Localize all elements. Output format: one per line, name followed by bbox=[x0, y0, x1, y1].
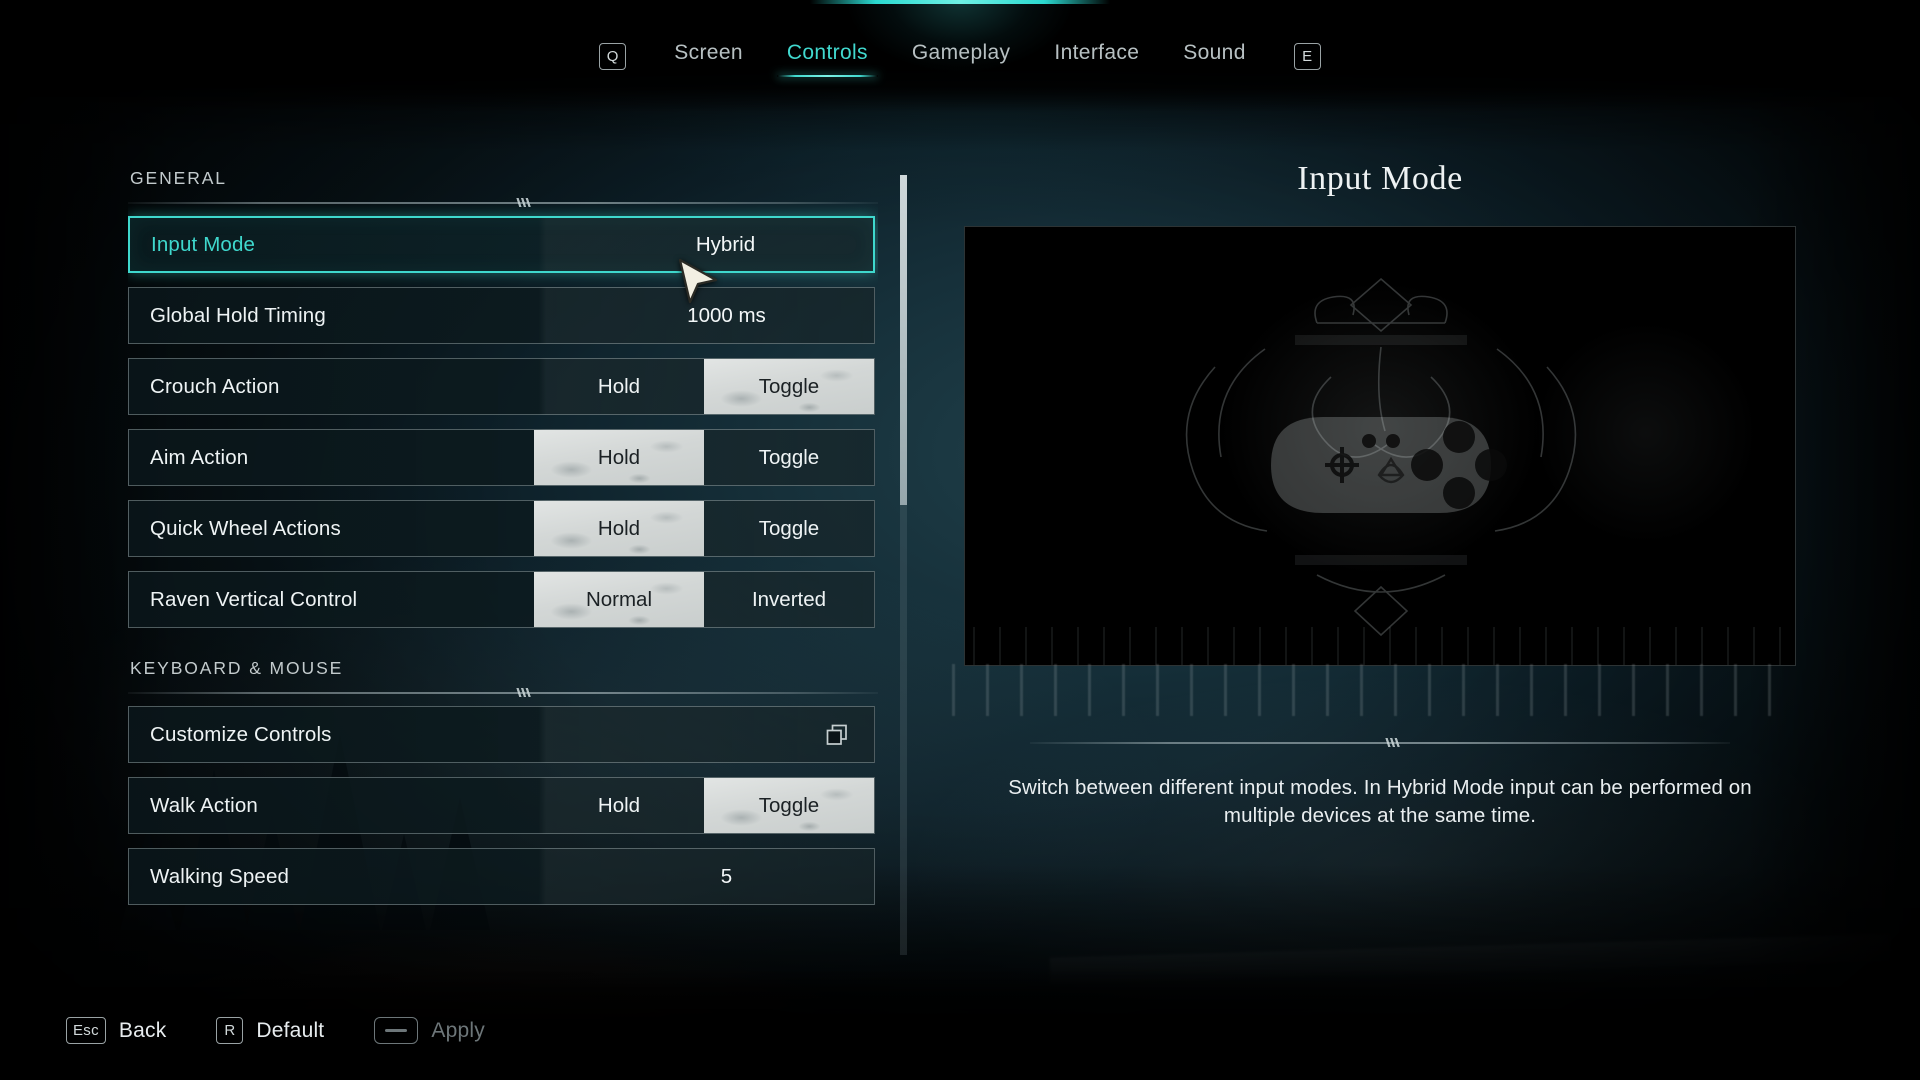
tab-list: Q Screen Controls Gameplay Interface Sou… bbox=[0, 0, 1920, 112]
group-divider bbox=[128, 198, 878, 207]
segment-option-toggle[interactable]: Toggle bbox=[704, 778, 874, 833]
setting-row-global-hold-timing[interactable]: Global Hold Timing 1000 ms bbox=[128, 287, 875, 344]
open-submenu-icon[interactable] bbox=[788, 707, 874, 762]
next-tab-key[interactable]: E bbox=[1293, 42, 1321, 70]
setting-label: Quick Wheel Actions bbox=[150, 516, 341, 540]
setting-label: Input Mode bbox=[151, 232, 256, 256]
segment-option-hold[interactable]: Hold bbox=[534, 501, 704, 556]
setting-label: Global Hold Timing bbox=[150, 303, 326, 327]
segment-option-hold[interactable]: Hold bbox=[534, 359, 704, 414]
group-heading-keyboard-mouse: KEYBOARD & MOUSE bbox=[130, 658, 344, 678]
setting-label: Walk Action bbox=[150, 793, 258, 817]
setting-label: Raven Vertical Control bbox=[150, 587, 358, 611]
apply-button[interactable]: Apply bbox=[374, 1017, 485, 1044]
setting-row-aim-action[interactable]: Aim Action Hold Toggle bbox=[128, 429, 875, 486]
apply-button-label: Apply bbox=[431, 1018, 485, 1042]
detail-description: Switch between different input modes. In… bbox=[1008, 776, 1752, 827]
group-divider bbox=[128, 688, 878, 697]
back-button[interactable]: Esc Back bbox=[66, 1017, 166, 1044]
segment-option-hold[interactable]: Hold bbox=[534, 778, 704, 833]
preview-ornament bbox=[940, 664, 1796, 716]
setting-row-walking-speed[interactable]: Walking Speed 5 bbox=[128, 848, 875, 905]
setting-row-walk-action[interactable]: Walk Action Hold Toggle bbox=[128, 777, 875, 834]
footer-bar: Esc Back R Default Apply bbox=[0, 968, 1920, 1080]
r-key-icon: R bbox=[216, 1017, 244, 1044]
detail-panel: Input Mode Switch between different inpu… bbox=[940, 160, 1820, 829]
tab-interface[interactable]: Interface bbox=[1032, 33, 1161, 79]
segment-option-inverted[interactable]: Inverted bbox=[704, 572, 874, 627]
spacebar-key-icon bbox=[374, 1017, 419, 1044]
esc-key-icon: Esc bbox=[66, 1017, 106, 1044]
default-button-label: Default bbox=[256, 1018, 325, 1042]
segment-option-normal[interactable]: Normal bbox=[534, 572, 704, 627]
segment-option-toggle[interactable]: Toggle bbox=[704, 501, 874, 556]
setting-label: Crouch Action bbox=[150, 374, 280, 398]
settings-content: GENERAL Input Mode Hybrid Global Hold Ti… bbox=[0, 0, 1920, 1080]
setting-row-quick-wheel-actions[interactable]: Quick Wheel Actions Hold Toggle bbox=[128, 500, 875, 557]
segmented-control: Hold Toggle bbox=[534, 501, 874, 556]
setting-value[interactable]: 5 bbox=[579, 849, 874, 904]
segment-option-hold[interactable]: Hold bbox=[534, 430, 704, 485]
segmented-control: Hold Toggle bbox=[534, 430, 874, 485]
segment-option-toggle[interactable]: Toggle bbox=[704, 430, 874, 485]
tab-screen[interactable]: Screen bbox=[652, 33, 765, 79]
footer-actions: Esc Back R Default Apply bbox=[66, 1017, 485, 1044]
settings-list: GENERAL Input Mode Hybrid Global Hold Ti… bbox=[128, 168, 878, 958]
settings-screen: Q Screen Controls Gameplay Interface Sou… bbox=[0, 0, 1920, 1080]
setting-row-input-mode[interactable]: Input Mode Hybrid bbox=[128, 216, 875, 273]
top-tab-bar: Q Screen Controls Gameplay Interface Sou… bbox=[0, 0, 1920, 112]
tab-controls[interactable]: Controls bbox=[765, 33, 890, 79]
setting-row-crouch-action[interactable]: Crouch Action Hold Toggle bbox=[128, 358, 875, 415]
tab-sound[interactable]: Sound bbox=[1161, 33, 1267, 79]
segmented-control: Normal Inverted bbox=[534, 572, 874, 627]
setting-row-raven-vertical-control[interactable]: Raven Vertical Control Normal Inverted bbox=[128, 571, 875, 628]
setting-value[interactable]: Hybrid bbox=[578, 218, 873, 271]
back-button-label: Back bbox=[118, 1018, 167, 1042]
segmented-control: Hold Toggle bbox=[534, 778, 874, 833]
gamepad-emblem-icon bbox=[965, 227, 1795, 665]
setting-value[interactable]: 1000 ms bbox=[579, 288, 874, 343]
setting-label: Aim Action bbox=[150, 445, 249, 469]
scrollbar-thumb[interactable] bbox=[900, 175, 907, 505]
setting-row-customize-controls[interactable]: Customize Controls bbox=[128, 706, 875, 763]
detail-divider bbox=[1030, 738, 1730, 747]
group-heading-general: GENERAL bbox=[130, 168, 227, 188]
segment-option-toggle[interactable]: Toggle bbox=[704, 359, 874, 414]
tab-gameplay[interactable]: Gameplay bbox=[890, 33, 1033, 79]
prev-tab-key[interactable]: Q bbox=[599, 42, 627, 70]
default-button[interactable]: R Default bbox=[216, 1017, 324, 1044]
detail-title: Input Mode bbox=[1297, 160, 1463, 197]
preview-rune-band bbox=[965, 627, 1795, 665]
detail-preview bbox=[964, 226, 1796, 666]
setting-label: Walking Speed bbox=[150, 864, 290, 888]
setting-label: Customize Controls bbox=[150, 722, 332, 746]
mouse-cursor bbox=[678, 258, 718, 304]
segmented-control: Hold Toggle bbox=[534, 359, 874, 414]
